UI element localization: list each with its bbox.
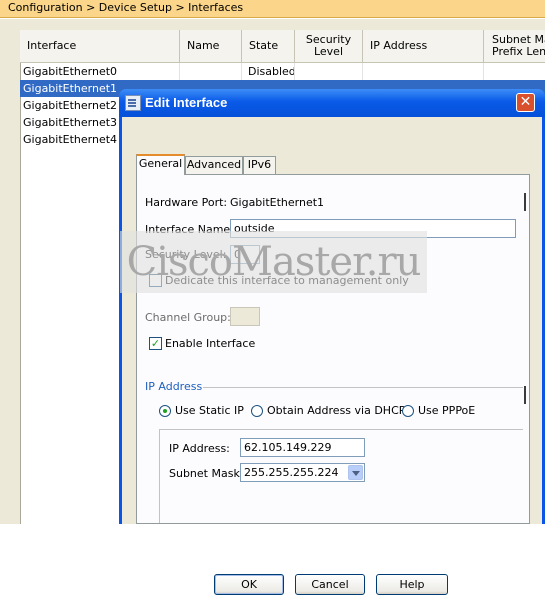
dhcp-label: Obtain Address via DHCP [267,404,406,417]
pppoe-radio[interactable] [402,405,414,417]
checkmark-icon: ✓ [150,337,161,350]
subnet-mask-label: Subnet Mask: [169,467,244,480]
row-interface: GigabitEthernet3 [23,116,118,129]
channel-group-label: Channel Group: [145,311,231,324]
row-state: Disabled [248,65,296,78]
static-ip-group-border-left [159,429,160,523]
help-button[interactable]: Help [376,574,448,595]
breadcrumb: Configuration > Device Setup > Interface… [0,0,545,18]
subnet-mask-value: 255.255.255.224 [244,466,339,479]
hardware-port-value: GigabitEthernet1 [230,196,325,209]
column-header-name[interactable]: Name [180,30,242,62]
dialog-title: Edit Interface [145,95,228,110]
scrollbar-thumb-lower[interactable] [524,386,526,404]
column-header-interface[interactable]: Interface [20,30,180,62]
close-icon: ✕ [519,94,532,110]
ip-address-field[interactable]: 62.105.149.229 [240,438,365,457]
dedicate-management-checkbox[interactable] [149,274,162,287]
dialog-titlebar[interactable]: Edit Interface ✕ [119,89,545,117]
general-panel: Hardware Port: GigabitEthernet1 Interfac… [136,174,530,524]
column-header-subnet-mask[interactable]: Subnet Mas Prefix Leng [484,30,545,62]
ip-address-section-title: IP Address [145,380,203,393]
cancel-button[interactable]: Cancel [295,574,365,595]
table-row[interactable]: GigabitEthernet0 Disabled [20,63,545,80]
subnet-mask-combobox[interactable]: 255.255.255.224 [240,463,365,482]
row-interface: GigabitEthernet4 [23,133,118,146]
column-header-ip-address[interactable]: IP Address [363,30,484,62]
top-margin [20,19,545,30]
row-interface: GigabitEthernet1 [23,82,118,95]
row-interface: GigabitEthernet2 [23,99,118,112]
column-header-security-line2: Level [313,45,344,58]
channel-group-field[interactable] [230,307,260,326]
column-header-subnet-line2: Prefix Leng [492,45,545,58]
chevron-down-icon[interactable] [348,465,363,480]
column-header-state[interactable]: State [242,30,295,62]
dedicate-management-label: Dedicate this interface to management on… [165,274,409,287]
interface-name-label: Interface Name: [145,223,234,236]
ip-address-label: IP Address: [169,442,230,455]
hardware-port-label: Hardware Port: [145,196,228,209]
static-ip-group-border [159,429,523,430]
column-header-security-level[interactable]: Security Level [295,30,363,62]
tab-general[interactable]: General [136,154,185,175]
close-button[interactable]: ✕ [516,93,535,112]
dialog-body: General Advanced IPv6 Hardware Port: Gig… [122,117,542,524]
row-interface: GigabitEthernet0 [23,65,118,78]
static-ip-radio[interactable] [159,405,171,417]
enable-interface-label: Enable Interface [165,337,256,350]
ok-button[interactable]: OK [214,574,284,595]
static-ip-label: Use Static IP [175,404,244,417]
tab-ipv6[interactable]: IPv6 [243,156,276,174]
edit-interface-dialog: Edit Interface ✕ General Advanced IPv6 H… [119,89,545,595]
security-level-field[interactable]: 0 [230,245,260,264]
left-margin [0,19,20,524]
tab-advanced[interactable]: Advanced [185,156,243,174]
table-header: Interface Name State Security Level IP A… [20,30,545,63]
section-divider [203,387,523,388]
interface-name-field[interactable]: outside [230,219,516,238]
scrollbar-thumb[interactable] [524,193,526,211]
security-level-label: Security Level: [145,248,227,261]
pppoe-label: Use PPPoE [418,404,476,417]
dhcp-radio[interactable] [251,405,263,417]
enable-interface-checkbox[interactable]: ✓ [149,337,162,350]
app-icon [125,95,141,111]
